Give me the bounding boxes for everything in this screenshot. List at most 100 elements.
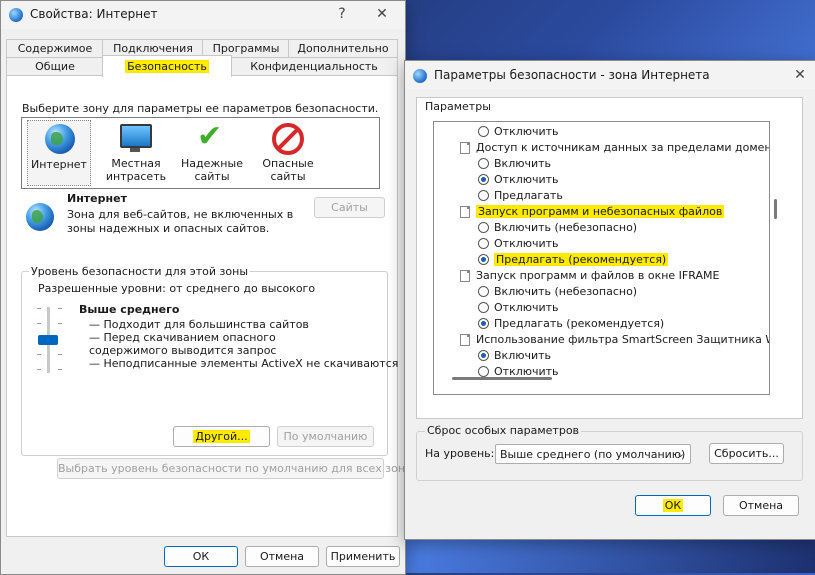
cancel-button[interactable]: Отмена xyxy=(245,546,319,567)
zone-prompt: Выберите зону для параметры ее параметро… xyxy=(22,102,379,115)
tab-content[interactable]: Содержимое xyxy=(6,39,104,57)
slider-tick xyxy=(37,369,41,370)
security-settings-window: Параметры безопасности - зона Интернета … xyxy=(404,60,815,540)
level-item: — Подходит для большинства сайтов xyxy=(89,318,309,331)
zone-label: Местная интрасеть xyxy=(105,157,167,183)
tab-advanced[interactable]: Дополнительно xyxy=(288,39,398,57)
internet-options-icon xyxy=(9,8,23,22)
reset-all-zones-button[interactable]: Выбрать уровень безопасности по умолчани… xyxy=(57,458,405,479)
radio[interactable] xyxy=(478,302,489,313)
radio[interactable] xyxy=(478,286,489,297)
radio[interactable] xyxy=(478,190,489,201)
reset-group-label: Сброс особых параметров xyxy=(425,424,582,437)
internet-options-icon xyxy=(413,69,427,83)
radio[interactable] xyxy=(478,366,489,377)
close-button[interactable]: ✕ xyxy=(367,3,397,25)
settings-row-label: Запуск программ и небезопасных файлов xyxy=(476,205,725,218)
zone-trusted[interactable]: ✔ Надежные сайты xyxy=(179,120,245,184)
prohibited-icon xyxy=(272,123,304,155)
settings-row-label: Предлагать (рекомендуется) xyxy=(494,317,665,330)
slider-tick xyxy=(58,369,62,370)
settings-list-rows: Отключить Доступ к источникам данных за п… xyxy=(434,122,769,394)
internet-globe-icon xyxy=(26,203,54,231)
chevron-down-icon: ⌄ xyxy=(676,447,686,460)
reset-level-select[interactable]: Выше среднего (по умолчанию) ⌄ xyxy=(495,444,691,464)
internet-properties-window: Свойства: Интернет ? ✕ Содержимое Подклю… xyxy=(0,0,406,575)
zone-label: Надежные сайты xyxy=(181,157,243,183)
reset-button[interactable]: Сбросить... xyxy=(709,443,784,464)
cancel-button[interactable]: Отмена xyxy=(723,495,799,516)
settings-row-label: Отключить xyxy=(494,237,559,250)
vertical-scrollbar-thumb[interactable] xyxy=(774,199,777,219)
radio-selected[interactable] xyxy=(478,254,489,265)
reset-level-value: Выше среднего (по умолчанию) xyxy=(500,448,686,461)
radio-selected[interactable] xyxy=(478,350,489,361)
ok-button-label: ОК xyxy=(662,499,684,512)
zone-intranet[interactable]: Местная интрасеть xyxy=(100,120,172,184)
slider-tick xyxy=(37,308,41,309)
custom-level-button-label: Другой... xyxy=(193,430,250,443)
window-title: Свойства: Интернет xyxy=(30,7,158,21)
help-button[interactable]: ? xyxy=(327,3,357,25)
settings-row-label: Доступ к источникам данных за пределами … xyxy=(476,141,769,154)
settings-row-label: Запуск программ и файлов в окне IFRAME xyxy=(476,269,720,282)
tab-privacy[interactable]: Конфиденциальность xyxy=(230,57,398,75)
settings-row-label: Предлагать xyxy=(494,189,563,202)
titlebar: Параметры безопасности - зона Интернета … xyxy=(405,61,815,89)
close-button[interactable]: ✕ xyxy=(785,64,815,86)
radio-selected[interactable] xyxy=(478,174,489,185)
document-icon xyxy=(460,142,470,154)
intranet-monitor-icon xyxy=(120,124,152,148)
slider-tick xyxy=(37,323,41,324)
zone-label: Опасные сайты xyxy=(262,157,314,183)
settings-row-label: Отключить xyxy=(494,301,559,314)
checkmark-icon: ✔ xyxy=(197,119,223,154)
zone-list: Интернет Местная интрасеть ✔ Надежные са… xyxy=(21,117,380,189)
ok-button[interactable]: ОК xyxy=(635,495,711,516)
titlebar: Свойства: Интернет ? ✕ xyxy=(1,1,405,29)
settings-row-label: Включить xyxy=(494,349,552,362)
level-label: На уровень: xyxy=(425,447,495,460)
slider-tick xyxy=(58,308,62,309)
security-level-slider-thumb[interactable] xyxy=(38,335,58,345)
monitor-stand xyxy=(130,148,140,152)
radio[interactable] xyxy=(478,126,489,137)
security-level-group-label: Уровень безопасности для этой зоны xyxy=(29,265,250,278)
radio[interactable] xyxy=(478,238,489,249)
document-icon xyxy=(460,270,470,282)
slider-tick xyxy=(37,354,41,355)
settings-row-label: Включить xyxy=(494,157,552,170)
document-icon xyxy=(460,334,470,346)
tab-security-label: Безопасность xyxy=(125,60,209,73)
allowed-levels: Разрешенные уровни: от среднего до высок… xyxy=(38,282,316,295)
zone-internet[interactable]: Интернет xyxy=(27,120,91,186)
horizontal-scrollbar-thumb[interactable] xyxy=(452,377,552,380)
radio[interactable] xyxy=(478,222,489,233)
zone-restricted[interactable]: Опасные сайты xyxy=(255,120,321,184)
radio-selected[interactable] xyxy=(478,318,489,329)
slider-tick xyxy=(58,323,62,324)
default-level-button[interactable]: По умолчанию xyxy=(277,426,374,447)
settings-row-label: Отключить xyxy=(494,125,559,138)
internet-globe-icon xyxy=(45,124,75,154)
settings-row-label: Предлагать (рекомендуется) xyxy=(494,253,669,266)
tab-general[interactable]: Общие xyxy=(6,57,104,75)
zone-label: Интернет xyxy=(31,158,87,171)
zone-description: Зона для веб-сайтов, не включенных в зон… xyxy=(67,208,294,235)
window-title: Параметры безопасности - зона Интернета xyxy=(434,68,710,82)
level-item: — Перед скачиванием опасного содержимого… xyxy=(89,331,277,357)
radio[interactable] xyxy=(478,158,489,169)
zone-title: Интернет xyxy=(67,192,127,205)
settings-list: Отключить Доступ к источникам данных за п… xyxy=(433,121,777,395)
settings-row-label: Включить (небезопасно) xyxy=(494,221,638,234)
settings-row-label: Включить (небезопасно) xyxy=(494,285,638,298)
settings-row-label: Отключить xyxy=(494,173,559,186)
ok-button[interactable]: ОК xyxy=(164,546,238,567)
level-item: — Неподписанные элементы ActiveX не скач… xyxy=(89,357,399,370)
sites-button[interactable]: Сайты xyxy=(314,197,385,218)
tab-security[interactable]: Безопасность xyxy=(102,55,232,77)
document-icon xyxy=(460,206,470,218)
apply-button[interactable]: Применить xyxy=(326,546,400,567)
custom-level-button[interactable]: Другой... xyxy=(173,426,270,447)
settings-row-label: Использование фильтра SmartScreen Защитн… xyxy=(476,333,769,346)
